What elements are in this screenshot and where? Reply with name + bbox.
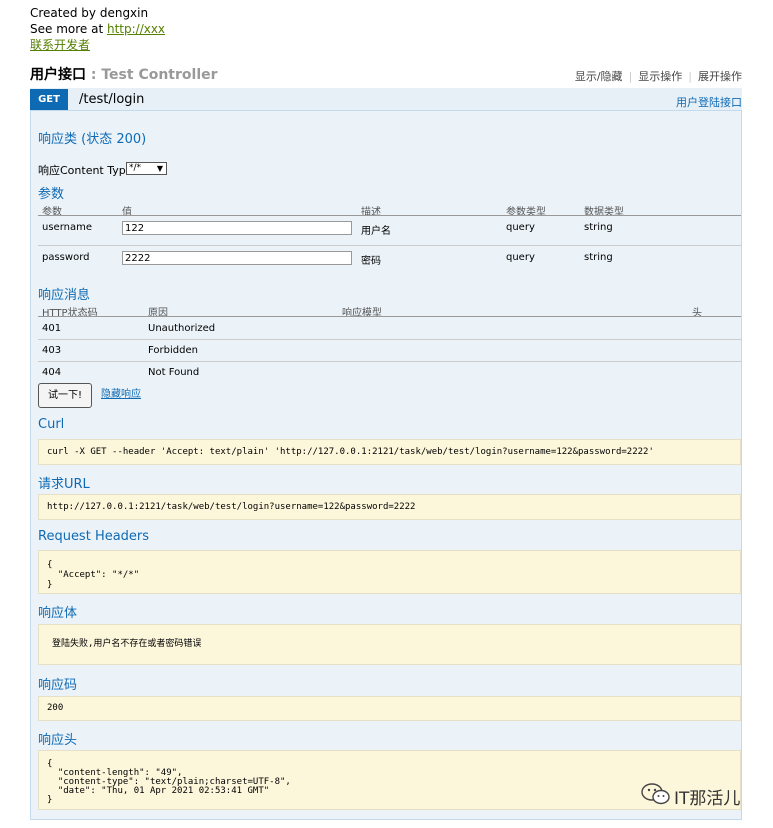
request-headers-title: Request Headers <box>38 529 150 544</box>
response-code: 403 <box>42 345 62 356</box>
operation-path[interactable]: /test/login <box>79 92 144 107</box>
watermark-text: IT那活儿 <box>674 789 741 809</box>
see-more-link[interactable]: http://xxx <box>107 22 165 36</box>
contact-developer-link[interactable]: 联系开发者 <box>30 38 90 52</box>
see-more-line: See more at http://xxx <box>30 21 165 37</box>
toggle-show-hide[interactable]: 显示/隐藏 <box>575 70 623 83</box>
chevron-down-icon: ▼ <box>156 164 163 173</box>
created-by: Created by dengxin <box>30 6 149 20</box>
response-body-title: 响应体 <box>38 606 78 621</box>
resource-name[interactable]: 用户接口 <box>30 67 86 83</box>
info-block: Created by dengxin See more at http://xx… <box>30 5 165 53</box>
password-input[interactable]: 2222 <box>122 251 352 265</box>
curl-title: Curl <box>38 417 65 432</box>
request-url-block: http://127.0.0.1:2121/task/web/test/logi… <box>38 494 741 520</box>
param-desc: 密码 <box>361 256 381 267</box>
response-code-title: 响应码 <box>38 678 78 693</box>
response-code-block: 200 <box>38 696 741 721</box>
request-url-title: 请求URL <box>38 477 90 492</box>
username-input[interactable]: 122 <box>122 221 352 235</box>
show-operations[interactable]: 显示操作 <box>638 70 682 83</box>
param-data-type: string <box>584 252 613 263</box>
request-headers-block: { "Accept": "*/*" } <box>38 550 741 594</box>
param-name: password <box>42 252 90 263</box>
response-code: 401 <box>42 323 62 334</box>
hide-response-link[interactable]: 隐藏响应 <box>101 385 141 400</box>
response-headers-block: { "content-length": "49", "content-type"… <box>38 750 741 810</box>
content-type-select[interactable]: */* ▼ <box>126 162 167 175</box>
row-divider <box>38 361 741 362</box>
param-data-type: string <box>584 222 613 233</box>
param-desc: 用户名 <box>361 226 391 237</box>
response-code: 404 <box>42 367 62 378</box>
response-class-title: 响应类 (状态 200) <box>38 132 147 147</box>
resource-controller[interactable]: Test Controller <box>101 67 217 83</box>
row-divider <box>38 245 741 246</box>
try-it-out-button[interactable]: 试一下! <box>38 383 92 408</box>
see-more-prefix: See more at <box>30 22 107 36</box>
row-divider <box>38 339 741 340</box>
param-name: username <box>42 222 92 233</box>
resource-heading: 用户接口 : Test Controller 显示/隐藏 | 显示操作 | 展开操作 <box>30 64 742 84</box>
response-reason: Unauthorized <box>148 323 216 334</box>
operation-summary[interactable]: 用户登陆接口 <box>676 94 742 110</box>
wechat-icon <box>640 782 672 806</box>
param-type: query <box>506 252 535 263</box>
param-type: query <box>506 222 535 233</box>
content-type-label: 响应Content Type <box>38 164 133 177</box>
response-reason: Not Found <box>148 367 200 378</box>
response-headers-title: 响应头 <box>38 733 78 748</box>
responses-header-rule <box>38 316 741 317</box>
params-title: 参数 <box>38 187 65 202</box>
response-reason: Forbidden <box>148 345 198 356</box>
params-header-rule <box>38 215 741 216</box>
content-type-value: */* <box>129 163 142 173</box>
curl-block: curl -X GET --header 'Accept: text/plain… <box>38 439 741 465</box>
resource-ops: 显示/隐藏 | 显示操作 | 展开操作 <box>574 70 742 83</box>
response-body-block: 登陆失败,用户名不存在或者密码错误 <box>38 624 741 665</box>
responses-title: 响应消息 <box>38 288 91 303</box>
http-method-badge[interactable]: GET <box>30 89 68 110</box>
expand-operations[interactable]: 展开操作 <box>698 70 742 83</box>
resource-separator: : <box>86 67 102 83</box>
